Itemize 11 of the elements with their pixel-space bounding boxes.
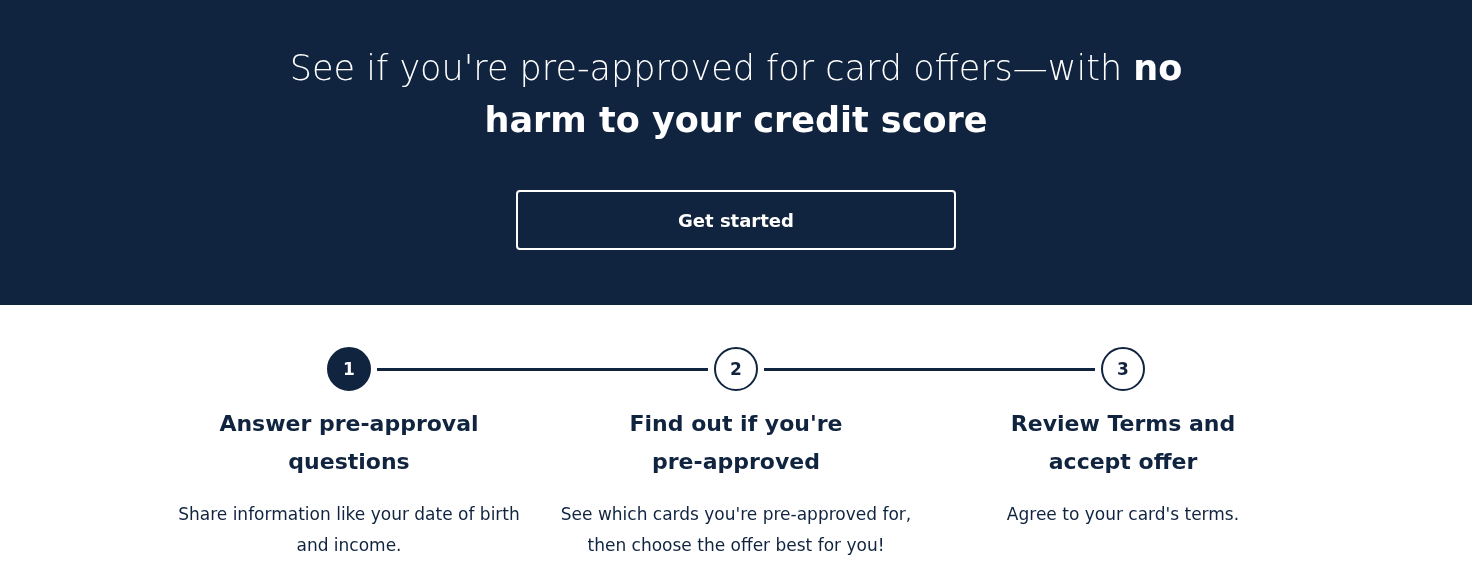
headline: See if you're pre-approved for card offers—with no harm to your credit score [288, 47, 1184, 142]
step-description: Share information like your date of birth and income. [177, 503, 521, 557]
step-description: See which cards you're pre-approved for, then choose the offer best for you! [559, 503, 913, 557]
step-number: 3 [1101, 347, 1145, 391]
get-started-button[interactable]: Get started [516, 190, 956, 250]
step-description: Agree to your card's terms. [1006, 503, 1240, 526]
step-title: Review Terms and accept offer [1009, 410, 1237, 476]
step-title: Find out if you're pre-approved [628, 410, 844, 476]
step-title: Answer pre-approval questions [218, 410, 480, 476]
step-number: 1 [327, 347, 371, 391]
step-number: 2 [714, 347, 758, 391]
